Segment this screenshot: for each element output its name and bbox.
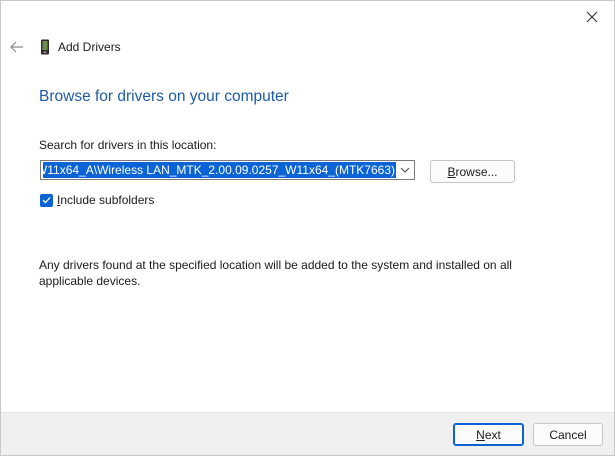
cancel-button[interactable]: Cancel bbox=[533, 423, 603, 446]
driver-path-text: 57_W11x64_A\Wireless LAN_MTK_2.00.09.025… bbox=[43, 163, 395, 177]
dialog-footer: Next Cancel bbox=[1, 412, 614, 455]
back-button[interactable] bbox=[5, 35, 29, 59]
next-label: ext bbox=[484, 427, 501, 442]
cancel-label: Cancel bbox=[549, 427, 587, 442]
close-button[interactable] bbox=[570, 2, 614, 32]
next-button[interactable]: Next bbox=[453, 423, 524, 446]
driver-path-combobox[interactable]: 57_W11x64_A\Wireless LAN_MTK_2.00.09.025… bbox=[40, 160, 415, 180]
include-subfolders-label: Include subfolders bbox=[57, 193, 155, 207]
include-subfolders-checkbox[interactable] bbox=[40, 193, 53, 207]
chevron-down-icon bbox=[400, 167, 410, 173]
driver-path-input[interactable]: 57_W11x64_A\Wireless LAN_MTK_2.00.09.025… bbox=[43, 162, 396, 178]
close-icon bbox=[586, 11, 598, 23]
browse-button[interactable]: Browse... bbox=[430, 160, 515, 183]
dialog-title: Add Drivers bbox=[58, 40, 121, 54]
path-dropdown-button[interactable] bbox=[396, 161, 414, 179]
page-heading: Browse for drivers on your computer bbox=[39, 88, 289, 105]
add-drivers-dialog: Add Drivers Browse for drivers on your c… bbox=[0, 0, 615, 456]
checkmark-icon bbox=[42, 197, 51, 204]
back-arrow-icon bbox=[10, 41, 23, 53]
search-location-label: Search for drivers in this location: bbox=[39, 138, 217, 152]
info-text: Any drivers found at the specified locat… bbox=[39, 258, 512, 288]
device-driver-icon bbox=[41, 39, 49, 55]
browse-accel: B bbox=[447, 164, 456, 179]
dialog-title-row: Add Drivers bbox=[39, 38, 121, 56]
include-subfolders-row[interactable]: Include subfolders bbox=[40, 193, 154, 207]
browse-label: rowse... bbox=[455, 164, 498, 179]
next-accel: N bbox=[476, 427, 485, 442]
